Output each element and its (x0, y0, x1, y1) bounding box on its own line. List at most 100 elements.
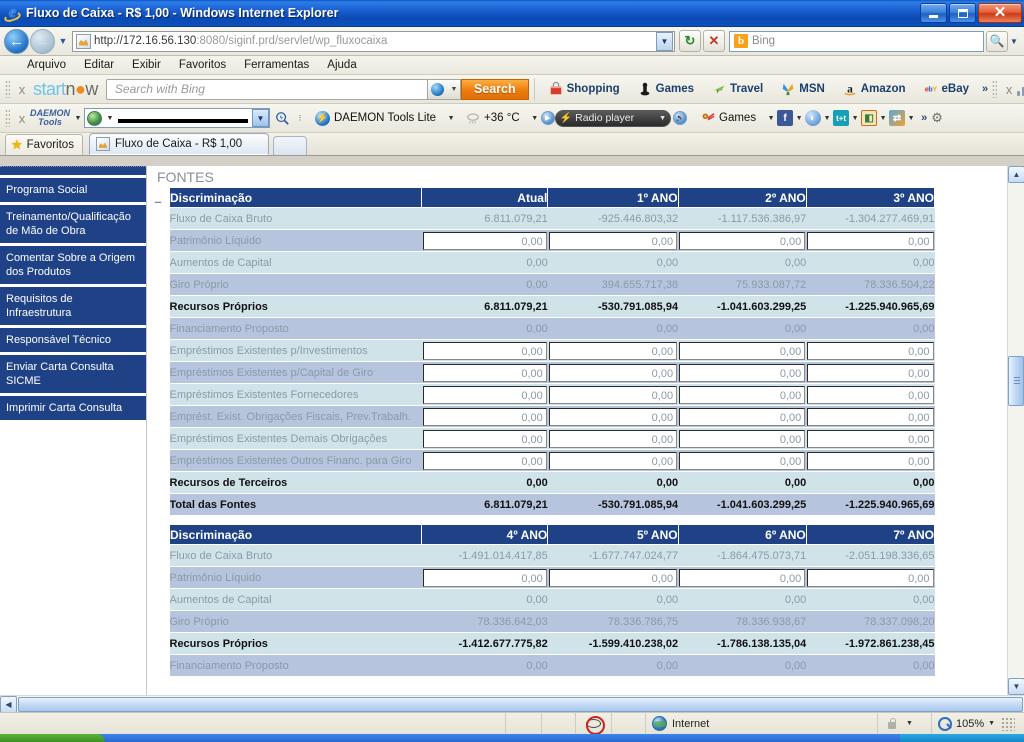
daemon-lite-dropdown-icon[interactable]: ▼ (445, 115, 457, 122)
value-input[interactable]: 0,00 (548, 407, 678, 426)
safari-compass-icon[interactable]: ◐ (805, 110, 822, 126)
value-input-cell[interactable]: 0,00 (806, 427, 935, 450)
scroll-left-button[interactable]: ◀ (0, 695, 17, 713)
translate-icon[interactable]: t+t (833, 110, 850, 126)
daemon-games-button[interactable]: Games (693, 108, 764, 128)
daemon-overflow-icon[interactable]: » (917, 112, 931, 124)
sidebar-item-partial-top[interactable] (0, 166, 146, 176)
menu-item-editar[interactable]: Editar (75, 59, 123, 71)
weather-dropdown-icon[interactable]: ▼ (529, 115, 541, 122)
value-input[interactable]: 0,00 (679, 385, 806, 404)
start-button[interactable] (0, 734, 105, 742)
toolbar-grip-right[interactable] (992, 80, 998, 98)
back-button[interactable]: ← (4, 28, 29, 54)
zoom-control[interactable]: 105% ▼ (932, 713, 1024, 735)
startnow-close-button[interactable]: x (14, 82, 30, 97)
chart-tile-icon[interactable]: ◧ (861, 110, 878, 126)
startnow-search-button[interactable]: Search (460, 78, 529, 100)
bing-globe-icon[interactable] (426, 78, 448, 100)
forward-button[interactable]: → (30, 28, 55, 54)
sidebar-item-enviar-carta-consulta[interactable]: Enviar Carta Consulta SICME (0, 355, 146, 394)
sidebar-item-responsavel-tecnico[interactable]: Responsável Técnico (0, 328, 146, 353)
share-dropdown-icon[interactable]: ▼ (905, 115, 917, 122)
close-button[interactable]: ✕ (978, 3, 1022, 23)
value-input-cell[interactable]: 0,00 (806, 449, 935, 472)
toolbar-link-travel[interactable]: Travel (704, 79, 771, 99)
value-input[interactable]: 0,00 (807, 363, 934, 382)
value-input[interactable]: 0,00 (548, 231, 678, 250)
value-input-cell[interactable]: 0,00 (547, 229, 679, 252)
search-go-button[interactable]: 🔍 (986, 30, 1008, 52)
value-input-cell[interactable]: 0,00 (806, 405, 935, 428)
value-input[interactable]: 0,00 (807, 451, 934, 470)
radio-volume-button[interactable]: 🔊 (673, 111, 687, 125)
search-provider-dropdown-icon[interactable]: ▼ (1008, 37, 1020, 46)
value-input-cell[interactable]: 0,00 (678, 427, 807, 450)
value-input[interactable]: 0,00 (422, 407, 547, 426)
value-input[interactable]: 0,00 (422, 385, 547, 404)
minimize-button[interactable] (920, 3, 947, 23)
protected-mode-dropdown-icon[interactable]: ▼ (902, 720, 917, 727)
chart-tile-dropdown-icon[interactable]: ▼ (877, 115, 889, 122)
value-input-cell[interactable]: 0,00 (806, 383, 935, 406)
value-input[interactable]: 0,00 (807, 568, 934, 587)
value-input[interactable]: 0,00 (422, 363, 547, 382)
daemon-menu-dropdown-icon[interactable]: ▼ (72, 115, 84, 122)
tab-fluxo-de-caixa[interactable]: Fluxo de Caixa - R$ 1,00 (88, 133, 269, 155)
vertical-scroll-thumb[interactable] (1008, 356, 1024, 406)
value-input-cell[interactable]: 0,00 (547, 566, 679, 589)
value-input-cell[interactable]: 0,00 (547, 383, 679, 406)
privacy-report-button[interactable] (576, 712, 612, 735)
value-input[interactable]: 0,00 (679, 363, 806, 382)
sidebar-item-origem-produtos[interactable]: Comentar Sobre a Origem dos Produtos (0, 246, 146, 285)
restore-button[interactable] (949, 3, 976, 23)
resize-grip[interactable] (1001, 716, 1016, 731)
value-input[interactable]: 0,00 (548, 429, 678, 448)
security-zone[interactable]: Internet (646, 712, 878, 735)
radio-play-button[interactable]: ▶ (540, 111, 555, 125)
facebook-icon[interactable]: f (777, 110, 794, 126)
daemon-settings-icon[interactable]: ⚙ (931, 110, 943, 126)
value-input[interactable]: 0,00 (548, 341, 678, 360)
translate-dropdown-icon[interactable]: ▼ (849, 115, 861, 122)
daemon-engine-dropdown-icon[interactable]: ▼ (104, 115, 116, 122)
new-tab-button[interactable] (272, 136, 307, 155)
value-input[interactable]: 0,00 (807, 429, 934, 448)
value-input-cell[interactable]: 0,00 (547, 449, 679, 472)
value-input-cell[interactable]: 0,00 (421, 383, 548, 406)
browser-search-input[interactable]: b Bing (729, 30, 984, 52)
horizontal-scrollbar[interactable]: ◀ (0, 695, 1024, 713)
value-input-cell[interactable]: 0,00 (806, 566, 935, 589)
compass-dropdown-icon[interactable]: ▼ (821, 115, 833, 122)
stop-button[interactable]: ✕ (703, 30, 725, 52)
value-input-cell[interactable]: 0,00 (421, 339, 548, 362)
daemon-games-dropdown-icon[interactable]: ▼ (765, 115, 777, 122)
address-dropdown-icon[interactable]: ▼ (656, 31, 673, 51)
value-input[interactable]: 0,00 (807, 231, 934, 250)
menu-item-favoritos[interactable]: Favoritos (170, 59, 235, 71)
value-input[interactable]: 0,00 (548, 363, 678, 382)
daemon-search-dropdown-icon[interactable]: ▼ (252, 109, 269, 127)
value-input-cell[interactable]: 0,00 (547, 405, 679, 428)
menu-item-exibir[interactable]: Exibir (123, 59, 170, 71)
radio-player-widget[interactable]: ⚡ Radio player ▼ (554, 109, 671, 127)
toolbar-link-shopping[interactable]: Shopping (541, 79, 628, 99)
toolbar-grip[interactable] (5, 80, 10, 98)
zoom-dropdown-icon[interactable]: ▼ (984, 720, 999, 727)
value-input-cell[interactable]: 0,00 (678, 361, 807, 384)
value-input[interactable]: 0,00 (422, 231, 547, 250)
menu-item-ferramentas[interactable]: Ferramentas (235, 59, 318, 71)
value-input[interactable]: 0,00 (679, 568, 806, 587)
radio-dropdown-icon[interactable]: ▼ (659, 115, 666, 122)
value-input-cell[interactable]: 0,00 (421, 405, 548, 428)
menu-item-ajuda[interactable]: Ajuda (318, 59, 365, 71)
value-input[interactable]: 0,00 (679, 429, 806, 448)
daemon-tools-lite-button[interactable]: ⚡ DAEMON Tools Lite (307, 108, 444, 129)
daemon-search-input[interactable]: ▼ ▼ (84, 108, 270, 128)
value-input[interactable]: 0,00 (807, 407, 934, 426)
value-input-cell[interactable]: 0,00 (678, 229, 807, 252)
value-input-cell[interactable]: 0,00 (421, 361, 548, 384)
value-input[interactable]: 0,00 (679, 451, 806, 470)
refresh-button[interactable]: ↻ (679, 30, 701, 52)
value-input-cell[interactable]: 0,00 (547, 361, 679, 384)
